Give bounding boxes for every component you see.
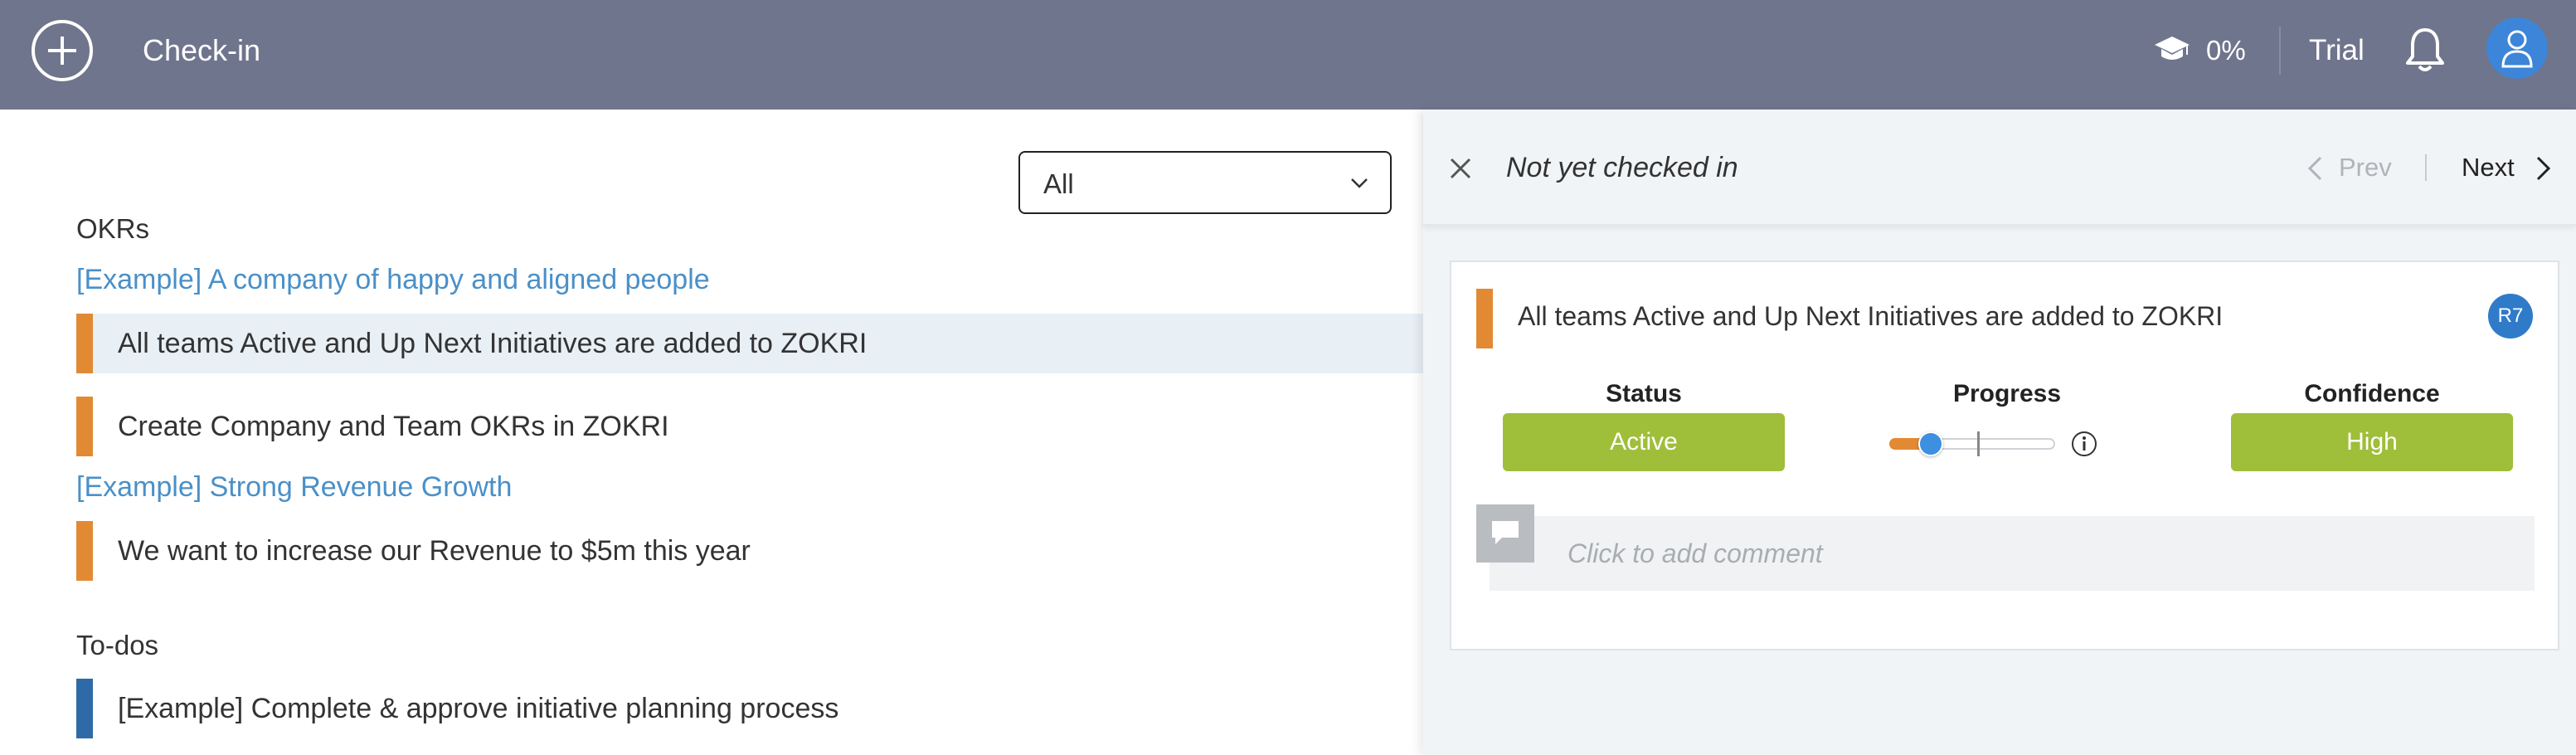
status-label: Status xyxy=(1606,380,1682,407)
okr-list-pane: All OKRs [Example] A company of happy an… xyxy=(0,110,1423,755)
todo-marker xyxy=(76,679,93,738)
prev-button[interactable]: Prev xyxy=(2339,151,2392,184)
list-item-label: Create Company and Team OKRs in ZOKRI xyxy=(118,411,669,442)
info-icon[interactable] xyxy=(2070,430,2098,458)
list-item[interactable]: Create Company and Team OKRs in ZOKRI xyxy=(76,397,1423,456)
card-title: All teams Active and Up Next Initiatives… xyxy=(1518,301,2224,331)
key-result-marker xyxy=(76,521,93,581)
bell-icon[interactable] xyxy=(2402,25,2448,75)
key-result-marker xyxy=(76,397,93,456)
comment-placeholder: Click to add comment xyxy=(1567,538,1823,568)
next-button[interactable]: Next xyxy=(2462,151,2515,184)
key-result-marker xyxy=(76,314,93,373)
list-item-label: We want to increase our Revenue to $5m t… xyxy=(118,535,751,567)
top-bar: Check-in 0% Trial xyxy=(0,0,2576,110)
graduation-cap-icon[interactable] xyxy=(2153,33,2191,66)
close-icon[interactable] xyxy=(1448,156,1473,181)
status-button[interactable]: Active xyxy=(1503,413,1785,471)
panel-header: Not yet checked in Prev Next xyxy=(1423,110,2576,226)
confidence-button[interactable]: High xyxy=(2231,413,2513,471)
confidence-label: Confidence xyxy=(2304,380,2440,407)
progress-slider-handle[interactable] xyxy=(1918,431,1943,456)
progress-label: Progress xyxy=(1952,380,2062,407)
learning-progress[interactable]: 0% xyxy=(2206,32,2246,70)
comment-icon xyxy=(1476,504,1534,563)
check-in-panel: Not yet checked in Prev Next All teams A… xyxy=(1423,110,2576,755)
objective-link[interactable]: [Example] A company of happy and aligned… xyxy=(76,262,710,297)
list-item[interactable]: All teams Active and Up Next Initiatives… xyxy=(76,314,1423,373)
user-avatar[interactable] xyxy=(2486,17,2548,79)
check-in-card: All teams Active and Up Next Initiatives… xyxy=(1450,261,2559,650)
user-icon xyxy=(2501,30,2533,68)
filter-value: All xyxy=(1043,168,1074,199)
add-icon[interactable] xyxy=(32,20,93,81)
key-result-marker xyxy=(1476,289,1493,348)
nav-divider xyxy=(2425,154,2427,181)
list-item[interactable]: We want to increase our Revenue to $5m t… xyxy=(76,521,1423,581)
progress-target-tick xyxy=(1977,431,1980,456)
speech-bubble-icon xyxy=(1492,521,1519,544)
todo-item-label: [Example] Complete & approve initiative … xyxy=(118,693,839,724)
panel-title: Not yet checked in xyxy=(1506,152,1738,183)
chevron-left-icon[interactable] xyxy=(2307,156,2322,181)
trial-link[interactable]: Trial xyxy=(2309,32,2365,70)
header-divider xyxy=(2279,27,2281,75)
chevron-right-icon[interactable] xyxy=(2536,156,2551,181)
okrs-heading: OKRs xyxy=(76,213,150,244)
todos-heading: To-dos xyxy=(76,630,159,660)
todo-item[interactable]: [Example] Complete & approve initiative … xyxy=(76,679,1423,738)
filter-select[interactable]: All xyxy=(1018,151,1392,214)
page-title: Check-in xyxy=(143,33,261,67)
list-item-label: All teams Active and Up Next Initiatives… xyxy=(118,328,868,359)
chevron-down-icon xyxy=(1351,178,1368,188)
objective-link[interactable]: [Example] Strong Revenue Growth xyxy=(76,470,512,504)
owner-avatar[interactable]: R7 xyxy=(2488,294,2533,339)
